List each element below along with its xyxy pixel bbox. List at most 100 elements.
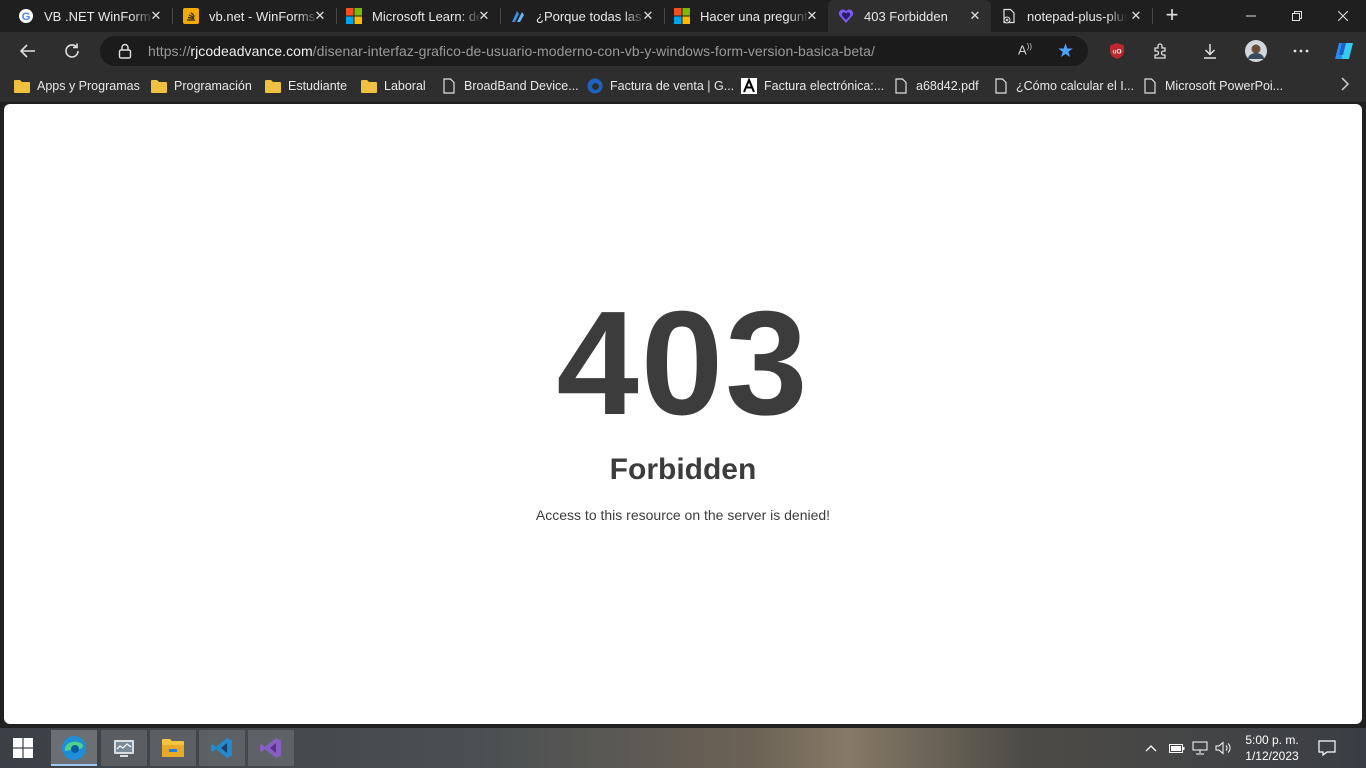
folder-icon [265,78,281,94]
tab-title: vb.net - WinForms [209,8,316,24]
notifications-button[interactable] [1318,728,1336,768]
page-icon [993,78,1009,94]
settings-menu-button[interactable] [1285,35,1317,67]
favorite-item[interactable]: ¿Cómo calcular el I... [993,77,1134,95]
favorite-label: a68d42.pdf [916,79,979,93]
tab-notepad-plus-plus[interactable]: notepad-plus-plus ✕ [992,0,1152,32]
tab-title: notepad-plus-plus [1027,8,1127,24]
navigation-toolbar: https://rjcodeadvance.com/disenar-interf… [0,32,1366,70]
url-scheme: https:// [148,43,191,59]
folder-icon [151,78,167,94]
favorite-item[interactable]: Microsoft PowerPoi... [1142,77,1283,95]
active-indicator [51,764,97,766]
error-heading: Forbidden [609,453,757,486]
folder-icon [162,739,184,757]
taskbar-system-app[interactable] [101,730,147,766]
favorite-item[interactable]: Programación [151,77,252,95]
favorites-bar: Apps y Programas Programación Estudiante… [0,70,1366,102]
close-icon[interactable]: ✕ [1128,8,1144,24]
system-monitor-icon [114,740,134,757]
close-icon[interactable]: ✕ [967,8,983,24]
tab-vbnet-winform[interactable]: G VB .NET WinForm M ✕ [0,0,172,32]
favorite-label: BroadBand Device... [464,79,579,93]
taskbar-file-explorer[interactable] [150,730,196,766]
restore-button[interactable] [1274,0,1320,32]
browser-window: G VB .NET WinForm M ✕ vb.net - WinForms … [0,0,1366,728]
tab-title: Microsoft Learn: de [372,8,482,24]
url-text[interactable]: https://rjcodeadvance.com/disenar-interf… [148,43,875,59]
extensions-button[interactable] [1145,35,1177,67]
favorite-label: Factura de venta | G... [610,79,735,93]
address-bar[interactable]: https://rjcodeadvance.com/disenar-interf… [100,36,1088,66]
url-path: /disenar-interfaz-grafico-de-usuario-mod… [312,43,875,59]
back-button[interactable] [12,35,44,67]
battery-icon[interactable] [1169,728,1185,768]
close-window-button[interactable] [1320,0,1366,32]
tab-stackoverflow[interactable]: vb.net - WinForms ✕ [173,0,336,32]
favorite-label: Laboral [384,79,426,93]
new-tab-button[interactable]: + [1160,4,1184,28]
tab-title: Hacer una pregunta [700,8,810,24]
show-hidden-icons-button[interactable] [1145,728,1157,768]
start-button[interactable] [0,730,46,766]
lock-icon[interactable] [118,43,132,64]
copilot-button[interactable] [1328,35,1360,67]
chevron-right-icon[interactable] [1340,77,1350,94]
taskbar-vscode[interactable] [199,730,245,766]
close-icon[interactable]: ✕ [312,8,328,24]
favorite-label: Microsoft PowerPoi... [1165,79,1284,93]
close-icon[interactable]: ✕ [148,8,164,24]
windows-logo-icon [13,738,33,758]
tab-title: VB .NET WinForm M [44,8,154,24]
microsoft-icon [674,8,690,24]
a-logo-icon [741,78,757,94]
page-icon [441,78,457,94]
heart-shield-icon [838,8,854,24]
favorite-item[interactable]: Laboral [361,77,426,95]
page-icon [1142,78,1158,94]
page-icon [1001,8,1017,24]
refresh-button[interactable] [56,35,88,67]
tab-microsoft-learn[interactable]: Microsoft Learn: de ✕ [337,0,500,32]
network-icon[interactable] [1192,728,1208,768]
puzzle-icon [1154,43,1166,59]
profile-button[interactable] [1240,35,1272,67]
ublock-extension-button[interactable]: uO [1101,35,1133,67]
edge-icon [62,736,86,760]
copilot-icon [1335,43,1353,59]
tab-title: ¿Porque todas las p [536,8,646,24]
taskbar-clock[interactable]: 5:00 p. m. 1/12/2023 [1230,732,1314,764]
svg-text:uO: uO [1112,49,1121,56]
chevron-up-icon [1145,745,1157,752]
error-message: Access to this resource on the server is… [535,507,831,523]
favorite-item[interactable]: Factura de venta | G... [587,77,734,95]
taskbar: 5:00 p. m. 1/12/2023 [0,728,1366,768]
close-icon[interactable]: ✕ [476,8,492,24]
download-icon [1204,44,1216,59]
minimize-button[interactable] [1228,0,1274,32]
favorite-label: Programación [174,79,252,93]
tab-porque-todas[interactable]: ¿Porque todas las p ✕ [501,0,664,32]
favorite-item[interactable]: Apps y Programas [14,77,140,95]
taskbar-visual-studio[interactable] [248,730,294,766]
more-options-icon [1293,49,1309,53]
tab-403-forbidden[interactable]: 403 Forbidden ✕ [828,0,991,32]
tab-hacer-pregunta[interactable]: Hacer una pregunta ✕ [665,0,828,32]
avatar [1245,40,1267,62]
close-icon[interactable]: ✕ [640,8,656,24]
read-aloud-icon[interactable]: A)) [1018,42,1032,57]
clock-date: 1/12/2023 [1245,749,1299,763]
favorite-item[interactable]: Estudiante [265,77,347,95]
downloads-button[interactable] [1194,35,1226,67]
close-icon[interactable]: ✕ [804,8,820,24]
favorite-label: Apps y Programas [37,79,140,93]
taskbar-edge[interactable] [51,730,97,766]
favorite-item[interactable]: a68d42.pdf [893,77,979,95]
error-code: 403 [556,281,810,446]
ublock-icon: uO [1110,43,1124,59]
favorite-star-icon[interactable]: ★ [1057,40,1074,63]
favorite-label: ¿Cómo calcular el I... [1016,79,1135,93]
edge-e-icon [587,78,603,94]
favorite-item[interactable]: BroadBand Device... [441,77,579,95]
favorite-item[interactable]: Factura electrónica:... [741,77,884,95]
